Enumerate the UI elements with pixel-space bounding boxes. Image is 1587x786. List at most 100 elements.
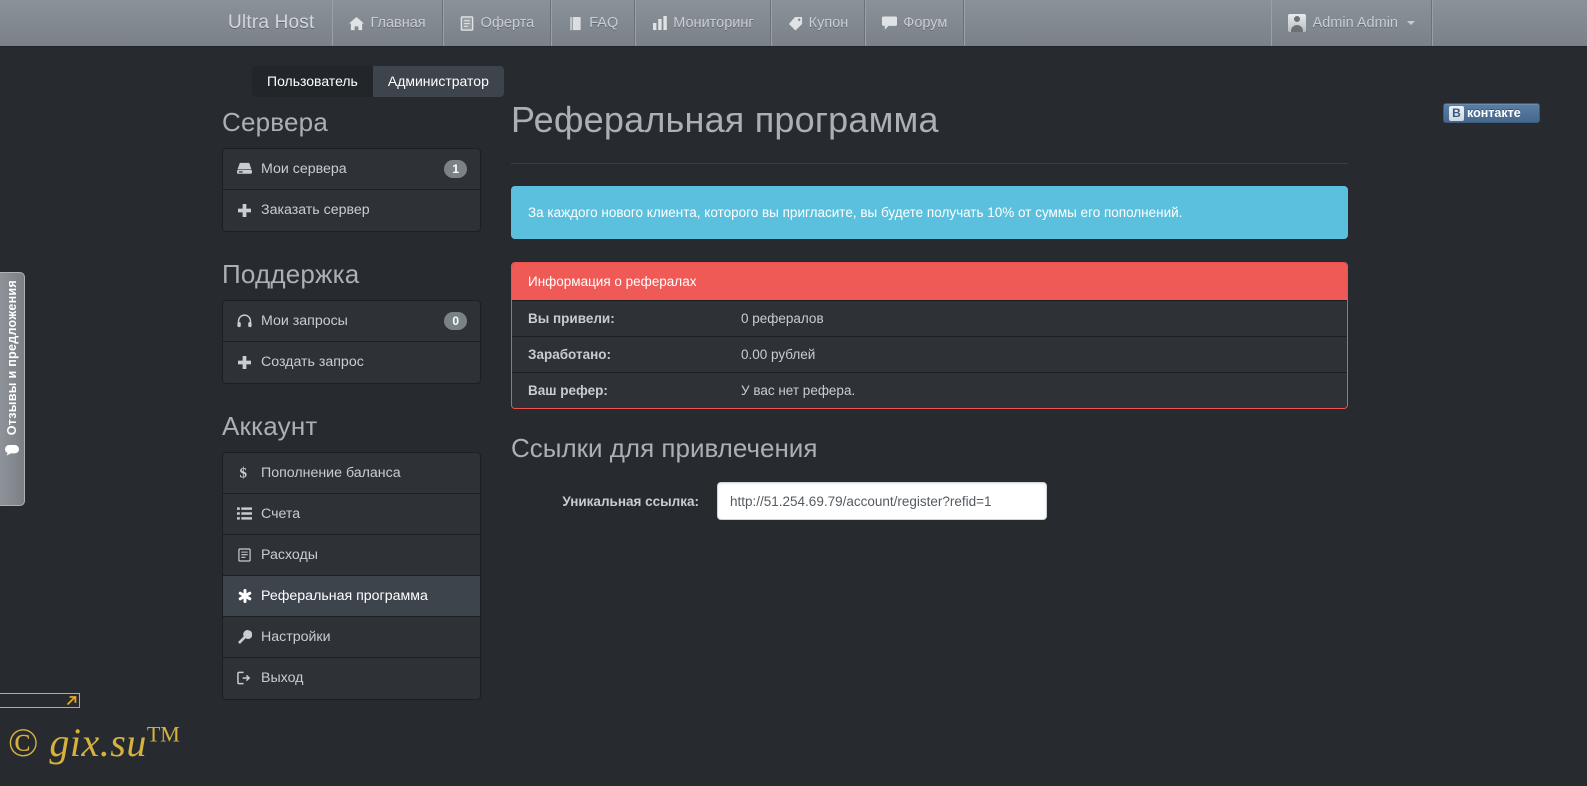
sidebar-item-settings[interactable]: Настройки: [223, 616, 480, 658]
logout-icon: [236, 671, 253, 685]
title-divider: [511, 163, 1348, 165]
nav-item-offer-label: Оферта: [480, 15, 535, 31]
links-section-title: Ссылки для привлечения: [511, 433, 818, 464]
sidebar-group-support: Мои запросы 0 Создать запрос: [222, 299, 481, 384]
page-title: Реферальная программа: [511, 99, 939, 140]
sidebar-group-servers: Мои сервера 1 Заказать сервер: [222, 147, 481, 232]
caret-down-icon: [1407, 21, 1415, 25]
nav-item-home-label: Главная: [370, 15, 426, 31]
nav-item-coupon-label: Купон: [808, 15, 849, 31]
sidebar-item-referral-program[interactable]: Реферальная программа: [223, 575, 480, 617]
nav-item-forum-label: Форум: [903, 15, 948, 31]
brand-logo[interactable]: Ultra Host: [210, 0, 332, 46]
nav-item-home[interactable]: Главная: [332, 0, 443, 46]
gold-progress-bar: [0, 693, 80, 708]
referral-link-input[interactable]: [717, 482, 1047, 521]
sidebar-item-logout[interactable]: Выход: [223, 657, 480, 699]
row-key: Заработано:: [528, 347, 611, 363]
referral-link-form-row: Уникальная ссылка:: [511, 482, 1348, 521]
server-icon: [236, 162, 253, 175]
document-icon: [460, 15, 475, 31]
book-icon: [568, 16, 583, 31]
user-menu[interactable]: Admin Admin: [1270, 0, 1432, 46]
plus-icon: [236, 203, 253, 217]
svg-text:$: $: [240, 466, 248, 481]
nav-item-coupon[interactable]: Купон: [770, 0, 866, 46]
wrench-icon: [236, 629, 253, 644]
top-navbar: Ultra Host Главная Оферта FAQ Мониторинг…: [0, 0, 1587, 47]
list-icon: [236, 507, 253, 520]
headphones-icon: [236, 314, 253, 328]
sidebar-item-logout-label: Выход: [261, 670, 304, 687]
nav-item-forum[interactable]: Форум: [865, 0, 965, 46]
sidebar-item-order-server-label: Заказать сервер: [261, 202, 370, 219]
navbar-left-group: Ultra Host Главная Оферта FAQ Мониторинг…: [210, 0, 965, 46]
tag-icon: [788, 16, 803, 31]
table-row: Вы привели: 0 рефералов: [512, 300, 1347, 337]
row-value: 0 рефералов: [741, 311, 824, 327]
sidebar-item-create-ticket[interactable]: Создать запрос: [223, 341, 480, 383]
navbar-spacer: [964, 0, 1270, 46]
watermark: © gix.suTM: [8, 719, 180, 766]
referral-info-panel: Информация о рефералах Вы привели: 0 реф…: [511, 262, 1348, 410]
nav-item-monitoring[interactable]: Мониторинг: [635, 0, 771, 46]
watermark-tm: TM: [146, 721, 180, 747]
arrow-up-right-icon: [66, 696, 77, 706]
user-avatar-icon: [1287, 14, 1306, 32]
sidebar-item-my-tickets-label: Мои запросы: [261, 312, 348, 329]
sidebar-item-top-up-balance[interactable]: $ Пополнение баланса: [223, 452, 480, 494]
document-icon: [236, 548, 253, 562]
watermark-text: gix.su: [38, 720, 147, 765]
sidebar-heading-support: Поддержка: [222, 258, 360, 289]
tab-administrator[interactable]: Администратор: [372, 66, 504, 97]
row-key: Вы привели:: [528, 311, 615, 327]
tab-user[interactable]: Пользователь: [252, 66, 373, 97]
main-content: Реферальная программа За каждого нового …: [511, 98, 1348, 521]
nav-item-faq[interactable]: FAQ: [551, 0, 636, 46]
sidebar-group-account: $ Пополнение баланса Счета Расходы Рефер…: [222, 451, 481, 700]
speech-bubble-icon: [5, 443, 19, 461]
sidebar: Сервера Мои сервера 1 Заказать сервер По…: [222, 107, 481, 704]
sidebar-item-my-tickets[interactable]: Мои запросы 0: [223, 300, 480, 342]
bar-chart-icon: [652, 16, 667, 31]
nav-item-faq-label: FAQ: [589, 15, 619, 31]
referral-info-alert: За каждого нового клиента, которого вы п…: [511, 186, 1348, 240]
referral-panel-heading: Информация о рефералах: [512, 263, 1347, 301]
sidebar-item-my-servers[interactable]: Мои сервера 1: [223, 148, 480, 190]
sidebar-item-top-up-balance-label: Пополнение баланса: [261, 464, 401, 481]
sidebar-item-order-server[interactable]: Заказать сервер: [223, 189, 480, 231]
role-tabs: Пользователь Администратор: [252, 66, 504, 97]
sidebar-item-my-servers-label: Мои сервера: [261, 160, 347, 177]
nav-item-monitoring-label: Мониторинг: [673, 15, 754, 31]
sidebar-item-settings-label: Настройки: [261, 628, 331, 645]
user-menu-label: Admin Admin: [1312, 15, 1398, 31]
sidebar-item-invoices[interactable]: Счета: [223, 493, 480, 535]
table-row: Заработано: 0.00 рублей: [512, 336, 1347, 373]
sidebar-item-expenses-label: Расходы: [261, 546, 318, 563]
plus-icon: [236, 355, 253, 369]
watermark-copyright: ©: [8, 720, 39, 765]
feedback-side-tab-label: Отзывы и предложения: [5, 280, 19, 436]
navbar-tail: [1432, 0, 1587, 46]
vk-logo-icon: В: [1449, 105, 1464, 121]
sidebar-item-my-tickets-badge: 0: [444, 311, 467, 330]
vkontakte-share-widget[interactable]: В контакте: [1443, 103, 1540, 123]
sidebar-item-referral-program-label: Реферальная программа: [261, 587, 428, 604]
referral-link-label: Уникальная ссылка:: [562, 493, 699, 509]
asterisk-icon: [236, 588, 253, 603]
nav-item-offer[interactable]: Оферта: [442, 0, 552, 46]
dollar-icon: $: [236, 465, 253, 481]
sidebar-item-invoices-label: Счета: [261, 505, 301, 522]
row-key: Ваш рефер:: [528, 383, 608, 399]
comment-icon: [882, 16, 898, 31]
row-value: У вас нет рефера.: [741, 383, 856, 399]
sidebar-item-expenses[interactable]: Расходы: [223, 534, 480, 576]
row-value: 0.00 рублей: [741, 347, 816, 363]
sidebar-heading-servers: Сервера: [222, 107, 328, 137]
table-row: Ваш рефер: У вас нет рефера.: [512, 372, 1347, 409]
sidebar-item-my-servers-badge: 1: [444, 159, 467, 178]
home-icon: [349, 16, 365, 31]
feedback-side-tab[interactable]: Отзывы и предложения: [0, 272, 25, 506]
sidebar-heading-account: Аккаунт: [222, 410, 318, 441]
vk-widget-label: контакте: [1467, 106, 1521, 120]
